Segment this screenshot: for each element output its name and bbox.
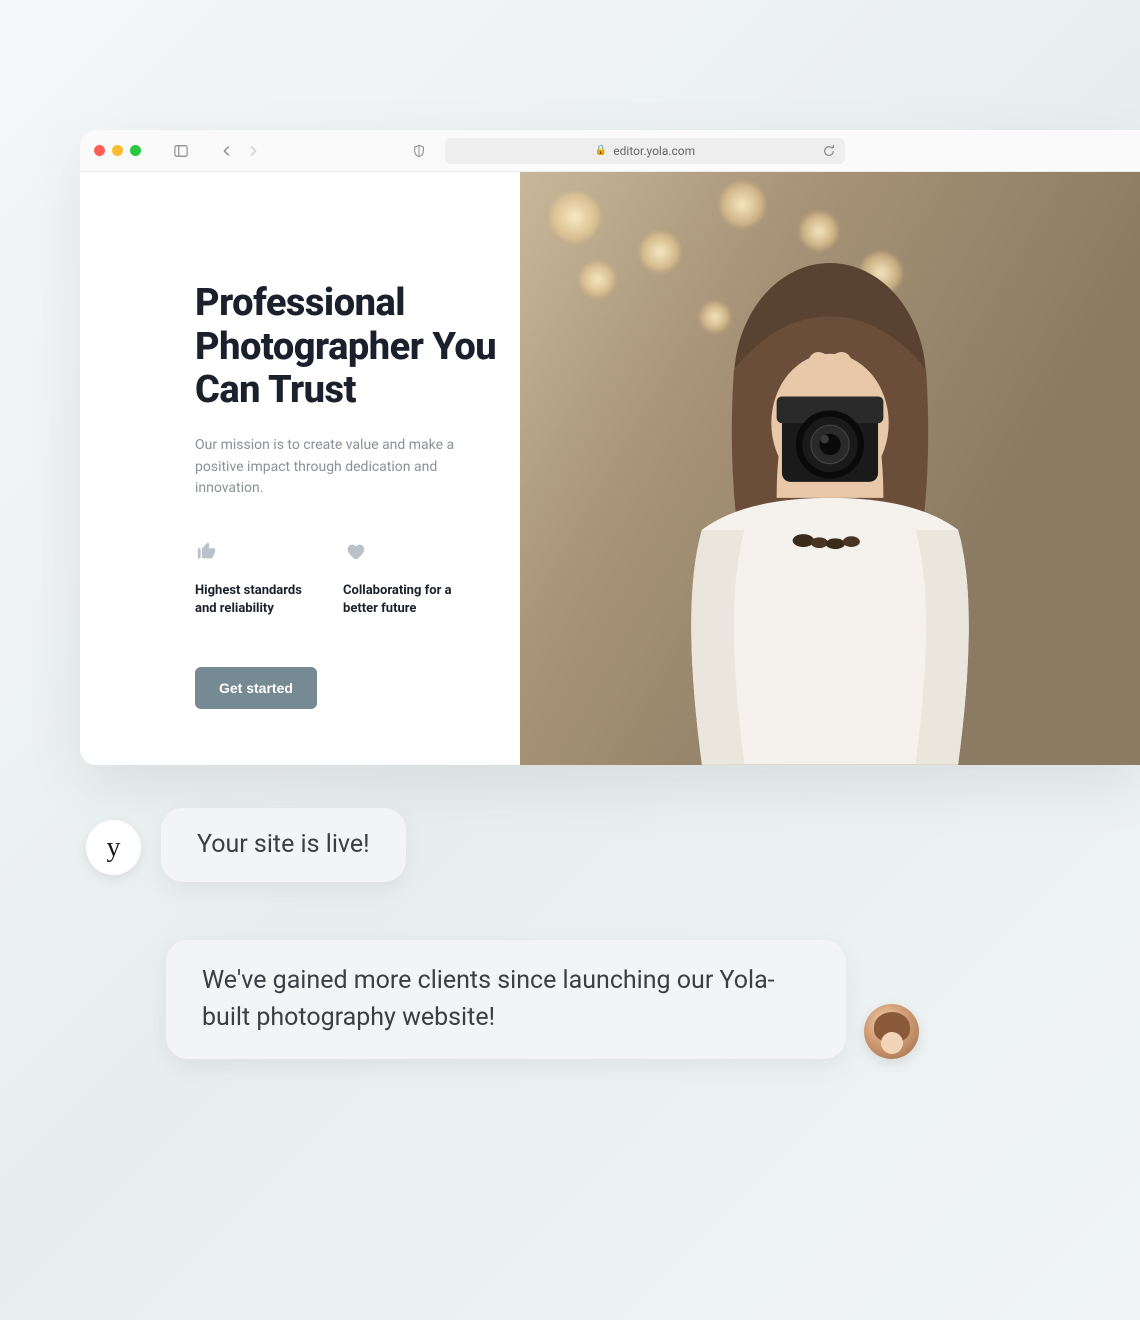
minimize-window-button[interactable] <box>112 145 123 156</box>
sidebar-toggle-icon[interactable] <box>173 143 189 159</box>
feature-item: Collaborating for a better future <box>343 540 463 618</box>
user-message-bubble: We've gained more clients since launchin… <box>166 940 846 1059</box>
browser-toolbar: 🔒 editor.yola.com <box>80 130 1140 172</box>
hero-text-column: Professional Photographer You Can Trust … <box>80 172 520 765</box>
back-button[interactable] <box>219 143 235 159</box>
page-content: Professional Photographer You Can Trust … <box>80 172 1140 765</box>
feature-label: Collaborating for a better future <box>343 582 463 618</box>
photographer-illustration <box>551 231 1109 765</box>
refresh-button[interactable] <box>821 143 837 159</box>
url-text: editor.yola.com <box>613 144 695 158</box>
get-started-button[interactable]: Get started <box>195 667 317 709</box>
user-message-row: We've gained more clients since launchin… <box>166 940 1080 1059</box>
window-controls <box>94 145 141 156</box>
hero-image <box>520 172 1140 765</box>
thumbs-up-icon <box>195 540 315 566</box>
address-bar[interactable]: 🔒 editor.yola.com <box>445 138 845 164</box>
bot-message-row: y Your site is live! <box>86 808 1080 882</box>
privacy-shield-icon[interactable] <box>411 143 427 159</box>
hero-heading: Professional Photographer You Can Trust <box>195 282 520 413</box>
feature-item: Highest standards and reliability <box>195 540 315 618</box>
feature-list: Highest standards and reliability Collab… <box>195 540 520 618</box>
hero-mission: Our mission is to create value and make … <box>195 435 455 500</box>
browser-window: 🔒 editor.yola.com Professional Photograp… <box>80 130 1140 765</box>
bot-message-bubble: Your site is live! <box>161 808 406 882</box>
maximize-window-button[interactable] <box>130 145 141 156</box>
bot-avatar: y <box>86 820 141 875</box>
heart-icon <box>343 540 463 566</box>
feature-label: Highest standards and reliability <box>195 582 315 618</box>
forward-button[interactable] <box>245 143 261 159</box>
bot-avatar-letter: y <box>107 832 121 864</box>
chat-area: y Your site is live! We've gained more c… <box>86 808 1080 1059</box>
lock-icon: 🔒 <box>595 145 607 156</box>
user-avatar <box>864 1004 919 1059</box>
close-window-button[interactable] <box>94 145 105 156</box>
